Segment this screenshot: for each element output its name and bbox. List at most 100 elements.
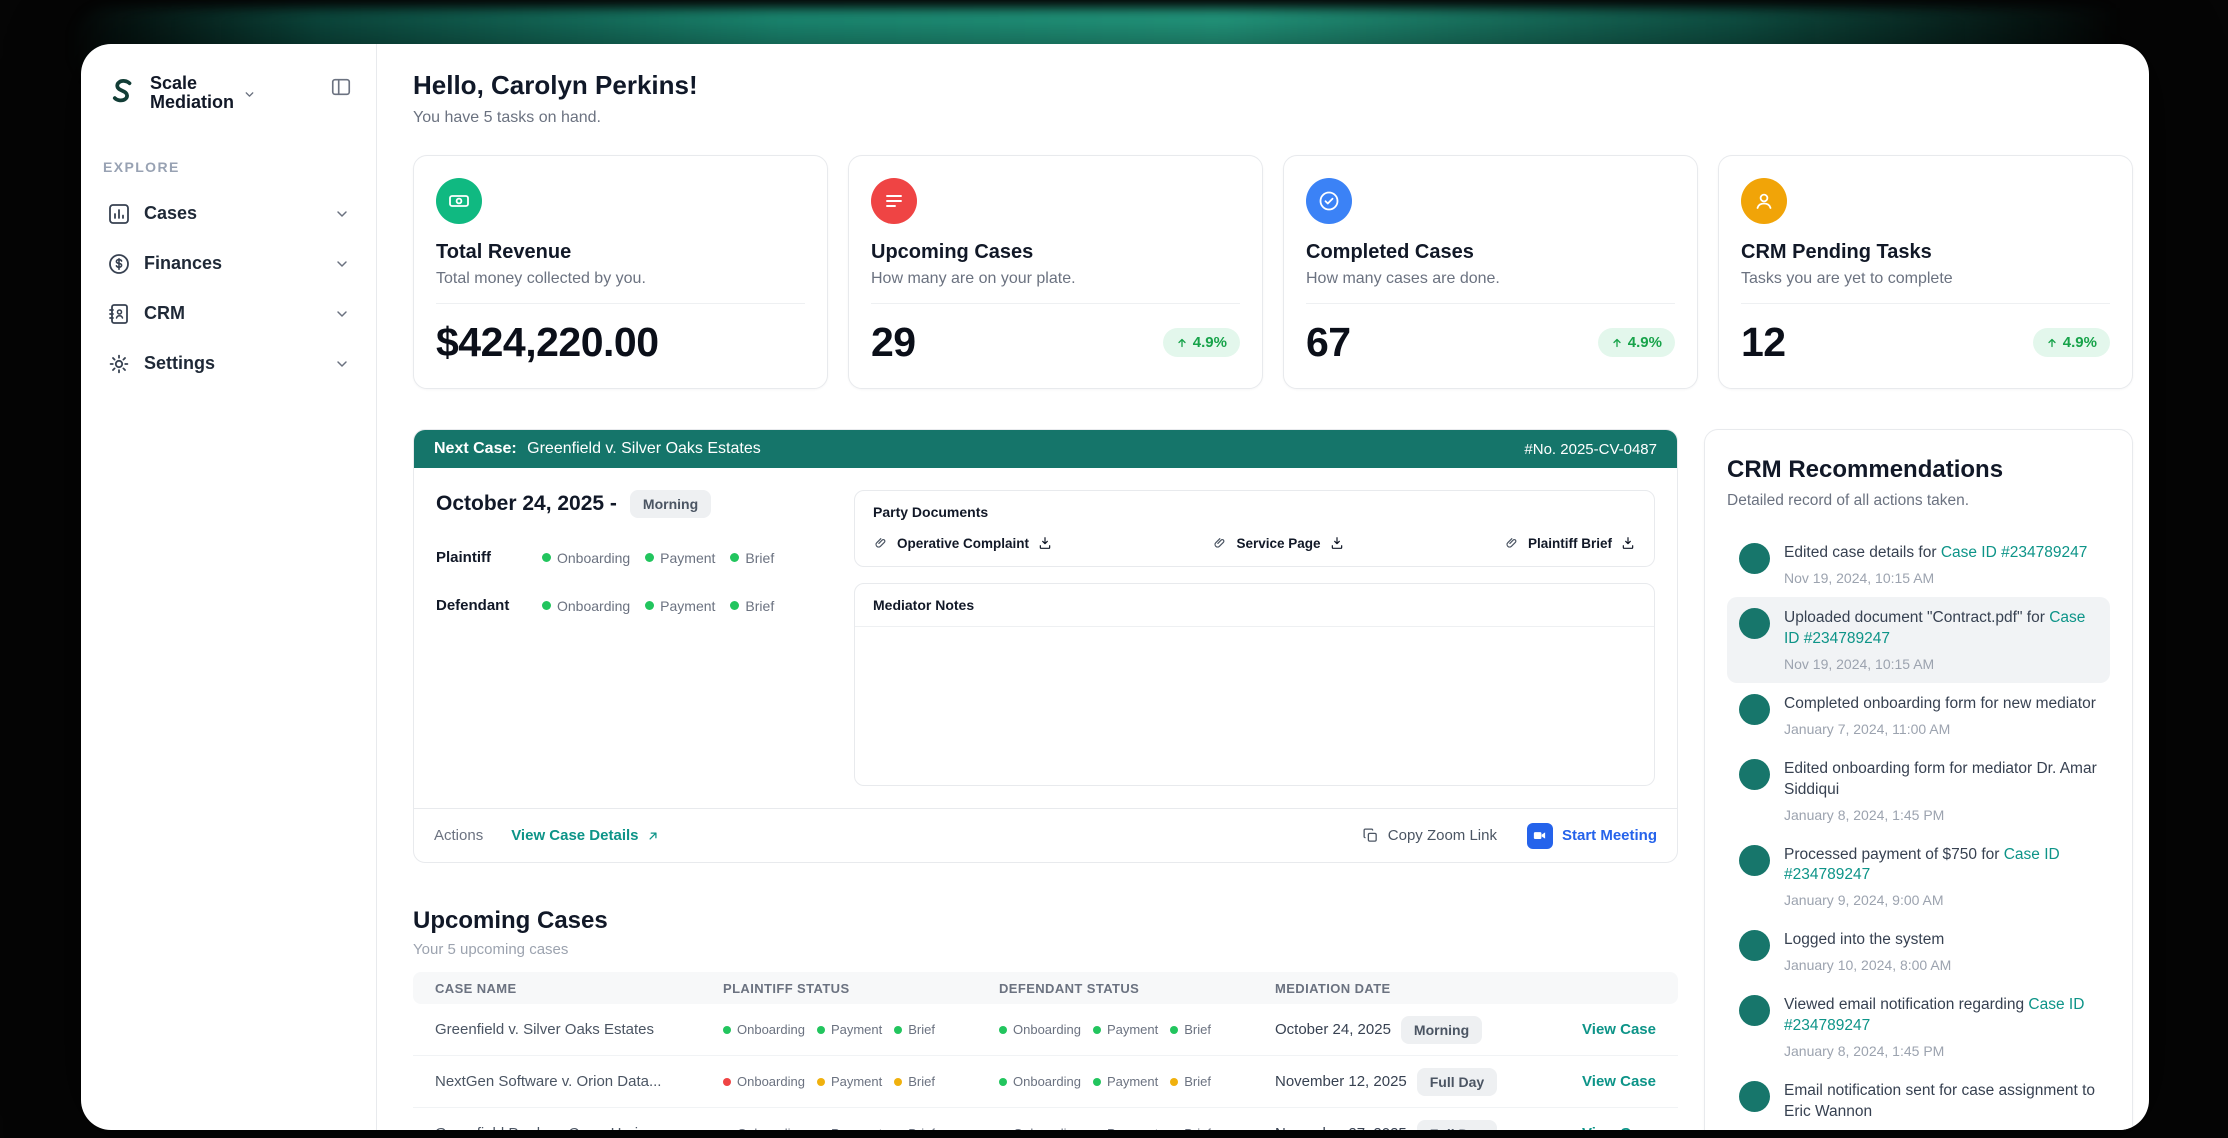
status-dot: [894, 1130, 902, 1131]
main-content: Hello, Carolyn Perkins! You have 5 tasks…: [377, 44, 2149, 1130]
sidebar-nav: Cases Finances: [103, 189, 354, 389]
stat-value: 12: [1741, 319, 1786, 366]
stat-title: Upcoming Cases: [871, 241, 1240, 264]
stat-desc: How many are on your plate.: [871, 270, 1240, 288]
column-header-defendant-status: Defendant Status: [999, 981, 1275, 996]
activity-text: Viewed email notification regarding: [1784, 996, 2028, 1013]
status-label: Onboarding: [737, 1074, 805, 1089]
sidebar-toggle-icon[interactable]: [328, 74, 354, 100]
mediation-date: November 12, 2025: [1275, 1073, 1407, 1090]
activity-content: Processed payment of $750 for Case ID #2…: [1784, 845, 2098, 909]
status-label: Payment: [660, 598, 715, 614]
list-item: Viewed email notification regarding Case…: [1727, 984, 2110, 1070]
download-icon: [1037, 535, 1053, 551]
content-row: Next Case: Greenfield v. Silver Oaks Est…: [413, 429, 2133, 1130]
plaintiff-status-cell: Onboarding Payment Brief: [723, 1074, 999, 1089]
document-service-page[interactable]: Service Page: [1212, 535, 1344, 551]
status-dot: [999, 1130, 1007, 1131]
start-meeting-button[interactable]: Start Meeting: [1527, 823, 1657, 849]
mediation-date: November 27, 2025: [1275, 1125, 1407, 1130]
case-id-link[interactable]: Case ID #234789247: [1941, 544, 2088, 561]
status-label: Brief: [908, 1126, 935, 1130]
mediation-date-cell: October 24, 2025 Morning: [1275, 1016, 1561, 1044]
status-payment: Payment: [645, 550, 715, 566]
next-case-title-group: Next Case: Greenfield v. Silver Oaks Est…: [434, 440, 761, 458]
list-item: Edited onboarding form for mediator Dr. …: [1727, 748, 2110, 834]
activity-text: Logged into the system: [1784, 931, 1944, 948]
sidebar-item-label: Cases: [144, 203, 321, 224]
next-case-body: October 24, 2025 - Morning Plaintiff Onb…: [414, 468, 1677, 808]
sidebar-item-cases[interactable]: Cases: [103, 189, 354, 239]
actions-label: Actions: [434, 827, 483, 844]
chevron-down-icon: [334, 206, 350, 222]
copy-zoom-link-button[interactable]: Copy Zoom Link: [1362, 827, 1497, 844]
time-of-day-badge: Full Day: [1417, 1068, 1497, 1096]
defendant-status-cell: Onboarding Payment Brief: [999, 1022, 1275, 1037]
status-dot: [1170, 1078, 1178, 1086]
activity-text: Uploaded document "Contract.pdf" for: [1784, 609, 2049, 626]
user-icon: [1741, 178, 1787, 224]
status-dot: [1170, 1130, 1178, 1131]
chevron-down-icon: [243, 88, 256, 101]
case-name: NextGen Software v. Orion Data...: [435, 1073, 723, 1090]
next-case-header: Next Case: Greenfield v. Silver Oaks Est…: [414, 430, 1677, 468]
view-case-link[interactable]: View Case: [1582, 1125, 1656, 1131]
next-case-summary: October 24, 2025 - Morning Plaintiff Onb…: [436, 490, 828, 786]
scale-logo-icon: [103, 74, 141, 112]
document-operative-complaint[interactable]: Operative Complaint: [873, 535, 1053, 551]
activity-text: Edited case details for: [1784, 544, 1941, 561]
delta-badge: 4.9%: [1163, 328, 1240, 357]
paperclip-icon: [1212, 535, 1228, 551]
party-name: Defendant: [436, 597, 542, 614]
stat-title: Total Revenue: [436, 241, 805, 264]
document-plaintiff-brief[interactable]: Plaintiff Brief: [1504, 535, 1636, 551]
sidebar: Scale Mediation EXPLORE Case: [81, 44, 377, 1130]
sidebar-item-crm[interactable]: CRM: [103, 289, 354, 339]
chevron-down-icon: [334, 256, 350, 272]
sidebar-item-finances[interactable]: Finances: [103, 239, 354, 289]
mediation-date-cell: November 27, 2025 Full Day: [1275, 1120, 1561, 1131]
brand-name-line1: Scale: [150, 74, 234, 93]
status-dot: [723, 1130, 731, 1131]
status-brief: Brief: [730, 550, 774, 566]
list-item: Completed onboarding form for new mediat…: [1727, 683, 2110, 748]
document-name: Service Page: [1236, 536, 1320, 551]
crm-activity-list: Edited case details for Case ID #2347892…: [1727, 532, 2110, 1130]
list-item: Processed payment of $750 for Case ID #2…: [1727, 834, 2110, 920]
next-case-footer: Actions View Case Details Copy Zoom Link: [414, 808, 1677, 862]
status-dot: [730, 601, 739, 610]
table-row: Greenfield Produce Co. v. Horiz... Onboa…: [413, 1108, 1678, 1130]
sidebar-item-settings[interactable]: Settings: [103, 339, 354, 389]
activity-text: Processed payment of $750 for: [1784, 846, 2004, 863]
view-case-details-link[interactable]: View Case Details: [511, 827, 659, 844]
case-date: October 24, 2025 -: [436, 492, 617, 516]
status-label: Onboarding: [557, 550, 630, 566]
delta-badge: 4.9%: [2033, 328, 2110, 357]
mediation-date: October 24, 2025: [1275, 1021, 1391, 1038]
stats-row: Total Revenue Total money collected by y…: [413, 155, 2133, 389]
brand[interactable]: Scale Mediation: [103, 74, 256, 113]
status-dot: [1093, 1026, 1101, 1034]
status-dot: [542, 553, 551, 562]
status-dot: [730, 553, 739, 562]
case-name: Greenfield v. Silver Oaks Estates: [435, 1021, 723, 1038]
avatar: [1739, 1081, 1770, 1112]
stat-bottom: 29 4.9%: [871, 303, 1240, 366]
delta-value: 4.9%: [1193, 334, 1227, 351]
stat-value: 67: [1306, 319, 1351, 366]
column-header-case-name: Case Name: [435, 981, 723, 996]
arrow-up-icon: [1611, 337, 1623, 349]
mediator-notes-box[interactable]: Mediator Notes: [854, 583, 1655, 786]
book-icon: [107, 302, 131, 326]
sidebar-item-label: Settings: [144, 353, 321, 374]
video-camera-icon: [1527, 823, 1553, 849]
stat-value: 29: [871, 319, 916, 366]
table-row: NextGen Software v. Orion Data... Onboar…: [413, 1056, 1678, 1108]
status-label: Payment: [831, 1022, 882, 1037]
delta-value: 4.9%: [1628, 334, 1662, 351]
next-case-footer-actions: Copy Zoom Link Start Meeting: [1362, 823, 1657, 849]
view-case-link[interactable]: View Case: [1582, 1021, 1656, 1038]
view-case-link[interactable]: View Case: [1582, 1073, 1656, 1090]
activity-text: Edited onboarding form for mediator Dr. …: [1784, 760, 2097, 798]
time-of-day-badge: Morning: [1401, 1016, 1482, 1044]
